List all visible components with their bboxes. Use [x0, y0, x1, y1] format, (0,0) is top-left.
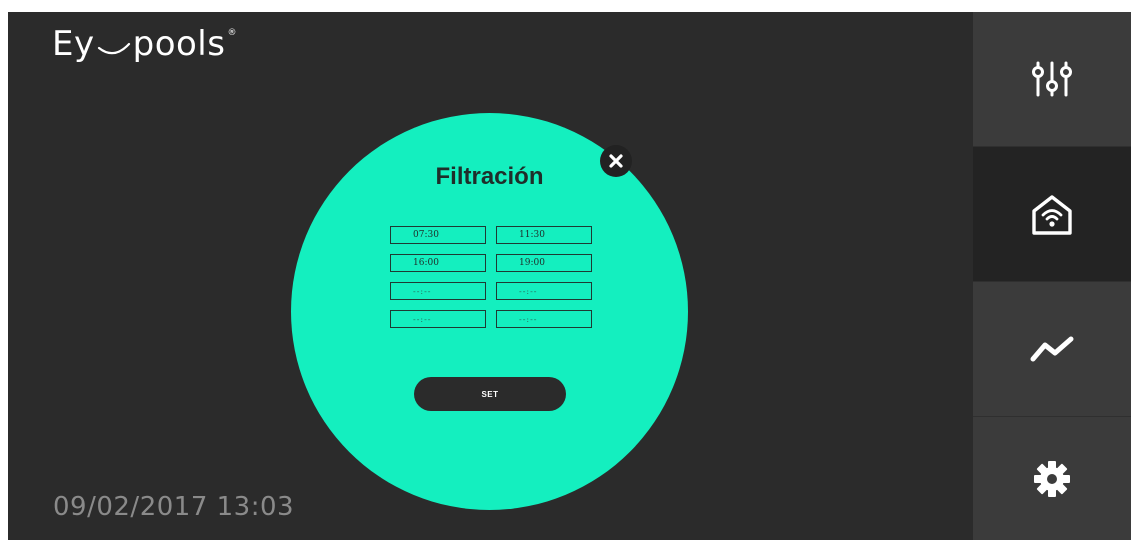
schedule-start-4[interactable]: --:--: [390, 310, 486, 328]
brand-logo: Ey pools ®: [52, 24, 237, 64]
gear-icon: [1034, 460, 1070, 497]
schedule-end-2[interactable]: 19:00: [496, 254, 592, 272]
registered-mark: ®: [227, 28, 237, 38]
close-icon: [609, 154, 623, 168]
sidebar-item-settings[interactable]: [973, 417, 1131, 540]
main-panel: Ey pools ® Filtración 07:30 11:30 16:00 …: [8, 12, 973, 540]
sliders-icon: [1032, 61, 1072, 97]
schedule-start-1[interactable]: 07:30: [390, 226, 486, 244]
set-button[interactable]: SET: [414, 377, 566, 411]
schedule-start-3[interactable]: --:--: [390, 282, 486, 300]
smart-home-icon: [1032, 195, 1072, 235]
schedule-end-1[interactable]: 11:30: [496, 226, 592, 244]
logo-wave-icon: [97, 42, 130, 55]
app-screen: Ey pools ® Filtración 07:30 11:30 16:00 …: [8, 12, 1131, 540]
close-button[interactable]: [600, 145, 632, 177]
date-time-display: 09/02/2017 13:03: [53, 492, 295, 522]
sidebar-item-controls[interactable]: [973, 12, 1131, 146]
schedule-end-4[interactable]: --:--: [496, 310, 592, 328]
sidebar-nav: [973, 12, 1131, 540]
trend-chart-icon: [1030, 336, 1074, 362]
logo-text-left: Ey: [52, 24, 95, 64]
logo-text-right: pools: [132, 24, 226, 64]
schedule-grid: 07:30 11:30 16:00 19:00 --:-- --:-- --:-…: [390, 226, 592, 328]
schedule-end-3[interactable]: --:--: [496, 282, 592, 300]
filtration-dialog: Filtración 07:30 11:30 16:00 19:00 --:--…: [291, 113, 688, 510]
sidebar-item-home[interactable]: [973, 147, 1131, 281]
sidebar-item-statistics[interactable]: [973, 282, 1131, 416]
schedule-start-2[interactable]: 16:00: [390, 254, 486, 272]
